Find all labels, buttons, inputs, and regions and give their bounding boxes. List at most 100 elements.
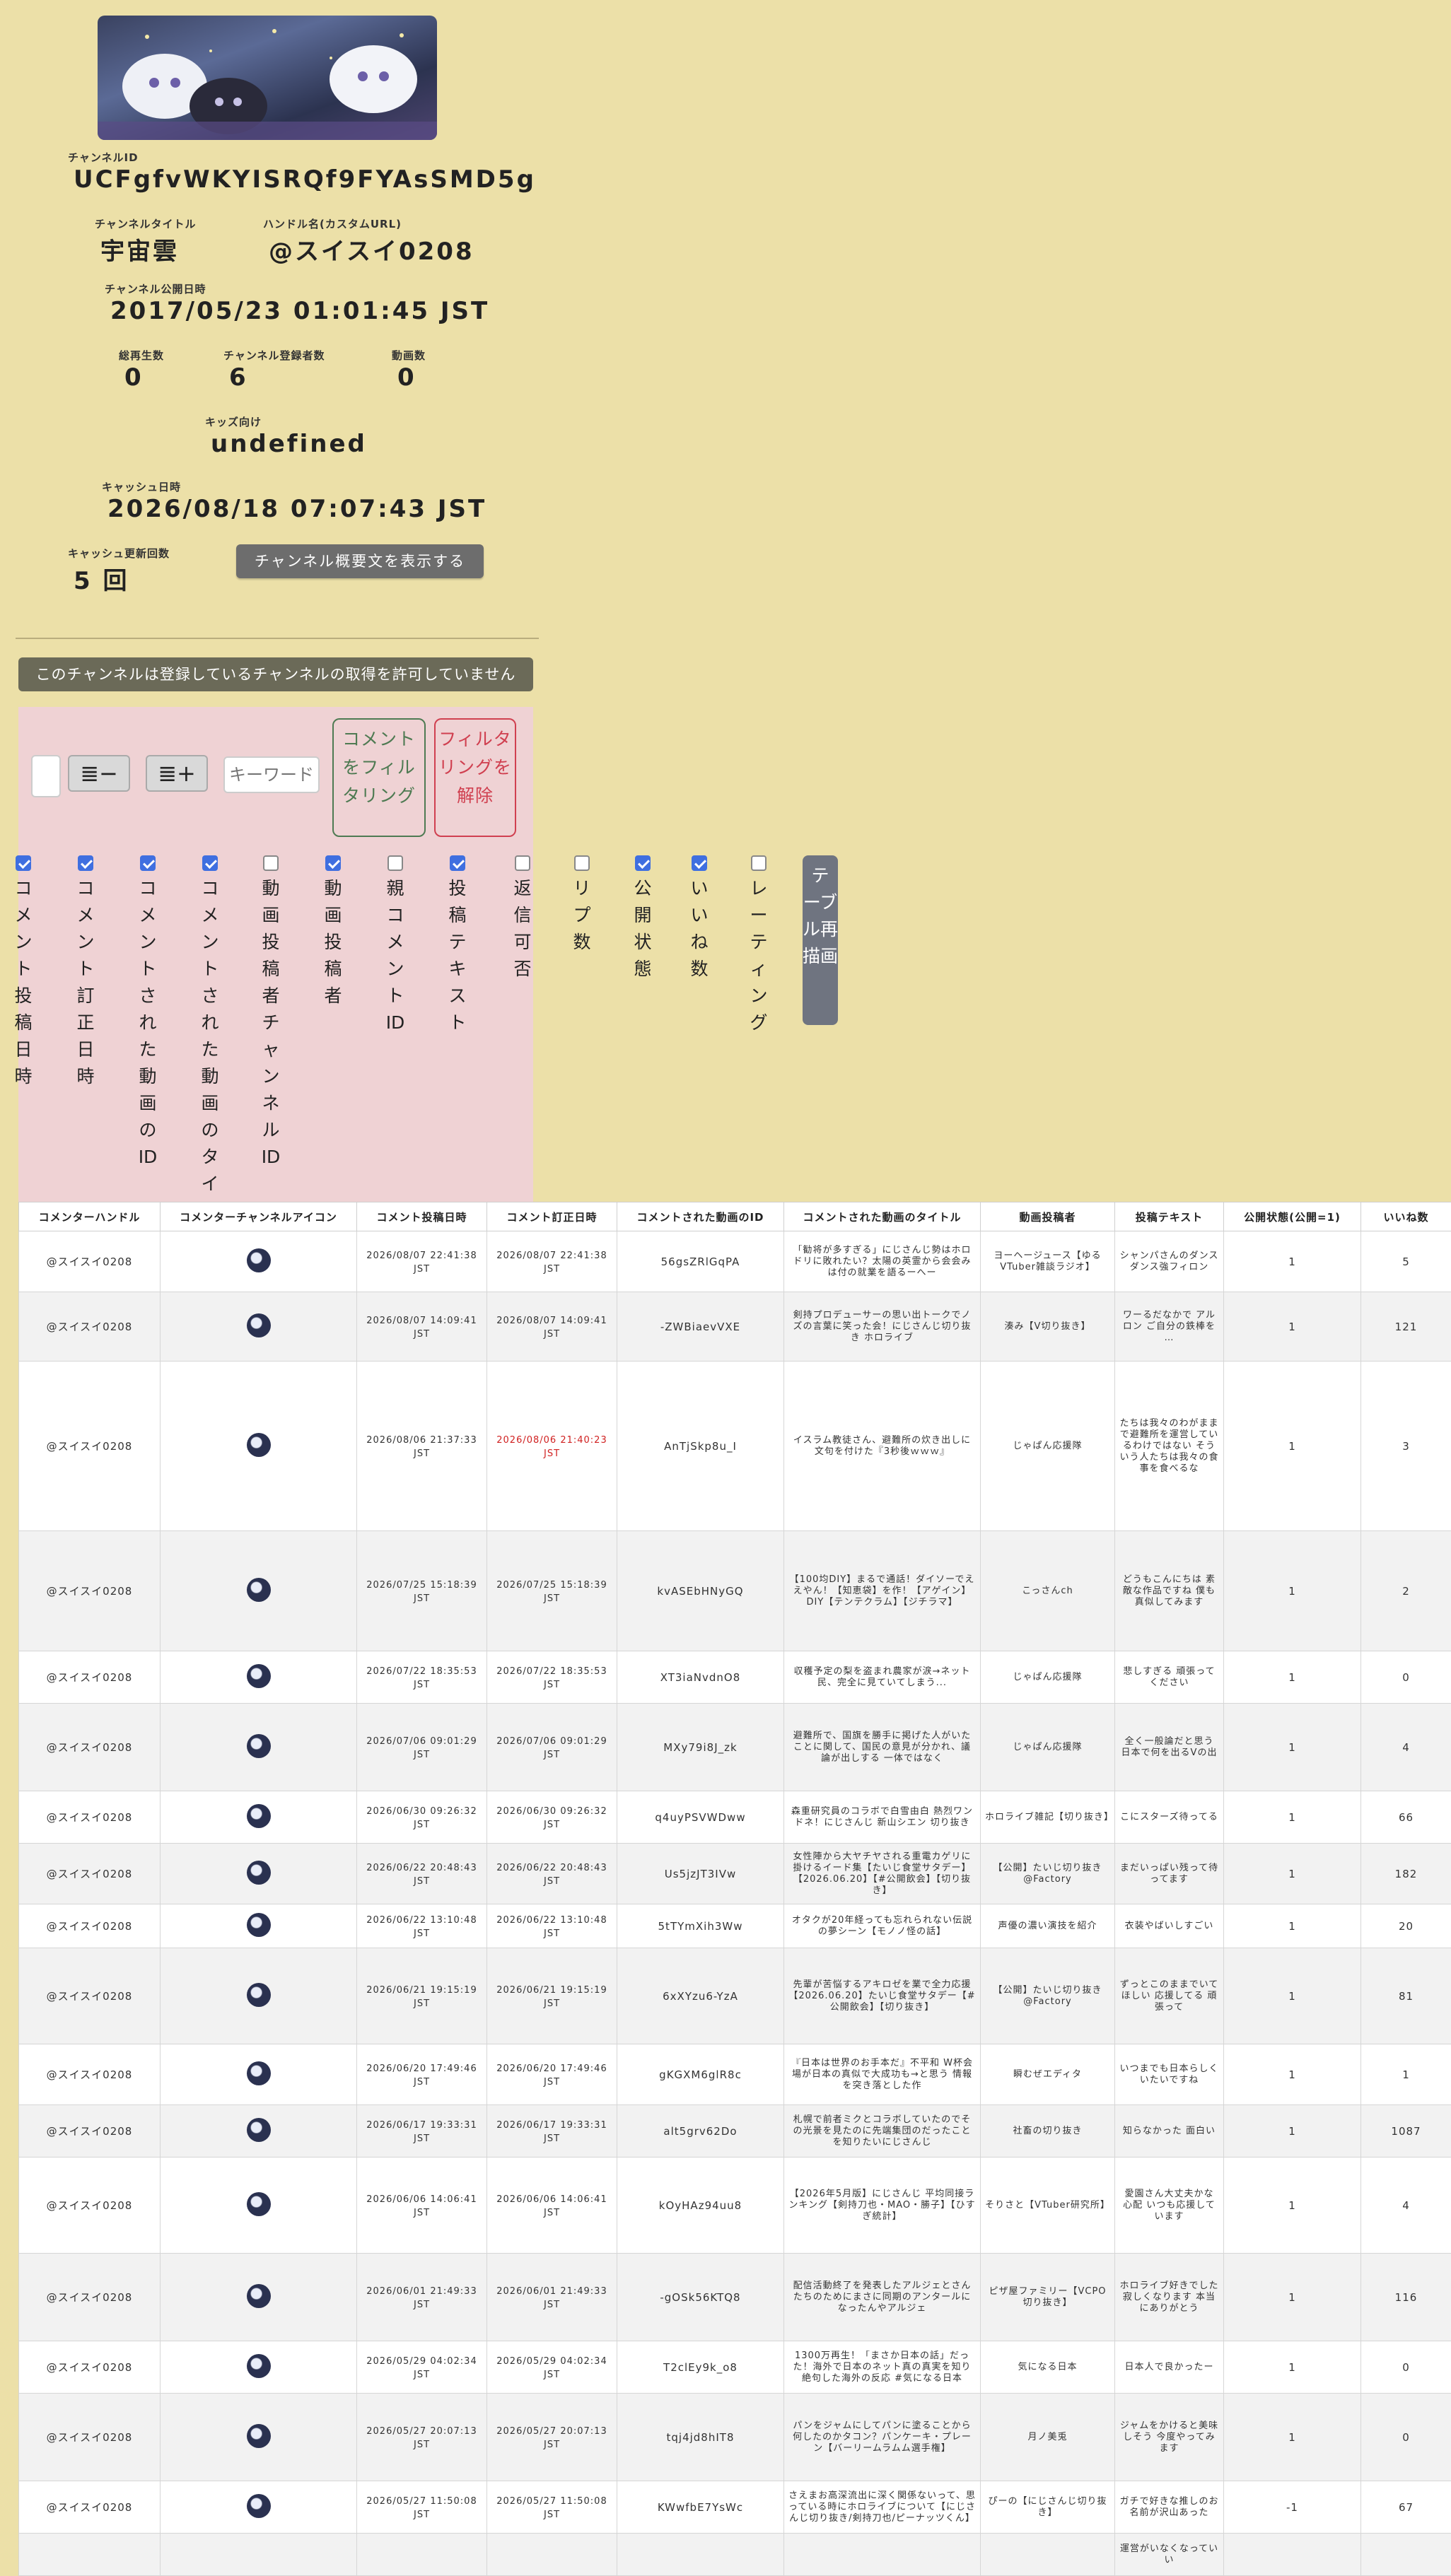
avatar[interactable] bbox=[247, 2284, 271, 2308]
column-toggle-5[interactable]: 動画投稿者 bbox=[322, 853, 344, 1009]
collapse-icon: ≣− bbox=[80, 760, 118, 787]
column-checkbox[interactable] bbox=[515, 855, 530, 871]
cell-text[interactable]: AnTjSkp8u_I bbox=[664, 1440, 737, 1453]
avatar[interactable] bbox=[247, 1913, 271, 1937]
column-toggle-7[interactable]: 投稿テキスト bbox=[447, 853, 468, 1036]
cell-text[interactable]: tqj4jd8hIT8 bbox=[667, 2431, 735, 2444]
cell-text[interactable]: 6xXYzu6-YzA bbox=[663, 1990, 738, 2003]
cell-vid: MXy79i8J_zk bbox=[617, 1704, 784, 1791]
avatar[interactable] bbox=[247, 1313, 271, 1337]
cell-text[interactable]: kvASEbHNyGQ bbox=[657, 1585, 743, 1598]
column-checkbox[interactable] bbox=[202, 855, 218, 871]
cell-text[interactable]: -gOSk56KTQ8 bbox=[660, 2291, 740, 2304]
cell-vid: KWwfbE7YsWc bbox=[617, 2481, 784, 2534]
cell-text: 運営がいなくなっていい bbox=[1119, 2543, 1219, 2566]
cell-vid: 6xXYzu6-YzA bbox=[617, 1948, 784, 2044]
cell-text: 2026/06/21 19:15:19 JST bbox=[366, 1985, 477, 2009]
column-toggle-0[interactable]: コメント投稿日時 bbox=[13, 853, 34, 1090]
cell-text[interactable]: -ZWBiaevVXE bbox=[660, 1321, 740, 1333]
avatar[interactable] bbox=[247, 2354, 271, 2378]
commenter-icon-cell bbox=[161, 2158, 357, 2254]
cell-text[interactable]: 5tTYmXih3Ww bbox=[658, 1920, 743, 1933]
column-toggle-1[interactable]: コメント訂正日時 bbox=[75, 853, 96, 1090]
cell-text[interactable]: KWwfbE7YsWc bbox=[658, 2501, 743, 2514]
column-header[interactable]: 動画投稿者 bbox=[981, 1202, 1115, 1231]
cell-text: 2026/06/22 13:10:48 JST bbox=[366, 1915, 477, 1939]
redraw-table-button[interactable]: テーブル再描画 bbox=[803, 855, 838, 1025]
cell-handle: @スイスイ0208 bbox=[19, 1292, 161, 1362]
column-header[interactable]: コメントされた動画のタイトル bbox=[784, 1202, 981, 1231]
avatar[interactable] bbox=[247, 1664, 271, 1688]
avatar[interactable] bbox=[247, 2424, 271, 2448]
avatar[interactable] bbox=[247, 2061, 271, 2085]
column-checkbox[interactable] bbox=[450, 855, 465, 871]
cell-vid: alt5grv62Do bbox=[617, 2105, 784, 2158]
cell-text: 2026/06/21 19:15:19 JST bbox=[496, 1985, 607, 2009]
column-checkbox[interactable] bbox=[387, 855, 403, 871]
cell-uploader: 瞬むぜエディタ bbox=[981, 2044, 1115, 2105]
column-checkbox[interactable] bbox=[325, 855, 341, 871]
column-toggle-8[interactable]: 返信可否 bbox=[512, 853, 533, 983]
avatar[interactable] bbox=[247, 1248, 271, 1272]
filter-comments-button[interactable]: コメントをフィルタリング bbox=[332, 718, 426, 837]
cell-text[interactable]: 56gsZRlGqPA bbox=[661, 1255, 740, 1268]
collapse-rows-button[interactable]: ≣− bbox=[68, 755, 130, 792]
cell-text[interactable]: q4uyPSVWDww bbox=[655, 1811, 745, 1824]
column-toggle-2[interactable]: コメントされた動画のID bbox=[137, 853, 158, 1171]
column-checkbox[interactable] bbox=[78, 855, 93, 871]
cell-edited: 2026/06/17 19:33:31 JST bbox=[487, 2105, 617, 2158]
column-checkbox[interactable] bbox=[16, 855, 31, 871]
empty-select[interactable] bbox=[31, 755, 61, 797]
column-header[interactable]: コメンターハンドル bbox=[19, 1202, 161, 1231]
cell-text: こにスターズ待ってる bbox=[1119, 1812, 1219, 1823]
cell-text: ピザ屋ファミリー【VCPO切り抜き】 bbox=[985, 2286, 1110, 2309]
column-header[interactable]: コメンターチャンネルアイコン bbox=[161, 1202, 357, 1231]
column-toggle-10[interactable]: 公開状態 bbox=[632, 853, 653, 983]
cell-text[interactable]: Us5jzJT3IVw bbox=[665, 1868, 736, 1880]
avatar[interactable] bbox=[247, 2192, 271, 2216]
column-header[interactable]: 公開状態(公開=1) bbox=[1224, 1202, 1361, 1231]
column-toggle-9[interactable]: リプ数 bbox=[571, 853, 593, 956]
avatar[interactable] bbox=[247, 1578, 271, 1602]
column-toggle-3[interactable]: コメントされた動画のタイトル bbox=[199, 853, 221, 1251]
avatar[interactable] bbox=[247, 2118, 271, 2142]
show-summary-button[interactable]: チャンネル概要文を表示する bbox=[236, 544, 484, 578]
cell-text: 先輩が苦悩するアキロゼを業で全力応援【2026.06.20】たいじ食堂サタデー【… bbox=[788, 1979, 976, 2013]
cell-text: 札幌で前者ミクとコラボしていたのでその光景を見たのに先端集団のだったことを知りた… bbox=[788, 2114, 976, 2148]
column-toggle-12[interactable]: レーティング bbox=[748, 853, 769, 1036]
avatar[interactable] bbox=[247, 1983, 271, 2007]
column-header[interactable]: コメントされた動画のID bbox=[617, 1202, 784, 1231]
column-toggle-6[interactable]: 親コメントID bbox=[385, 853, 406, 1036]
cell-text[interactable]: alt5grv62Do bbox=[663, 2125, 737, 2138]
column-checkbox[interactable] bbox=[140, 855, 156, 871]
column-header[interactable]: いいね数 bbox=[1361, 1202, 1451, 1231]
column-checkbox[interactable] bbox=[574, 855, 590, 871]
column-toggle-11[interactable]: いいね数 bbox=[689, 853, 710, 983]
column-header[interactable]: コメント訂正日時 bbox=[487, 1202, 617, 1231]
avatar[interactable] bbox=[247, 2494, 271, 2518]
expand-rows-button[interactable]: ≣+ bbox=[146, 755, 208, 792]
column-header[interactable]: コメント投稿日時 bbox=[357, 1202, 487, 1231]
cell-text[interactable]: XT3iaNvdnO8 bbox=[660, 1671, 741, 1684]
cell-vid: gKGXM6glR8c bbox=[617, 2044, 784, 2105]
column-header[interactable]: 投稿テキスト bbox=[1115, 1202, 1224, 1231]
keyword-input[interactable] bbox=[223, 756, 320, 793]
commenter-icon-cell bbox=[161, 2481, 357, 2534]
cell-text[interactable]: MXy79i8J_zk bbox=[663, 1741, 737, 1754]
column-checkbox[interactable] bbox=[692, 855, 707, 871]
cell-text[interactable]: T2clEy9k_o8 bbox=[663, 2361, 738, 2374]
clear-filter-button[interactable]: フィルタリングを解除 bbox=[434, 718, 516, 837]
avatar[interactable] bbox=[247, 1734, 271, 1758]
column-checkbox[interactable] bbox=[751, 855, 767, 871]
cell-text[interactable]: gKGXM6glR8c bbox=[659, 2068, 742, 2081]
column-checkbox[interactable] bbox=[263, 855, 279, 871]
avatar[interactable] bbox=[247, 1804, 271, 1828]
avatar[interactable] bbox=[247, 1433, 271, 1457]
cell-text: 2026/06/01 21:49:33 JST bbox=[496, 2286, 607, 2310]
cell-text: 5 bbox=[1402, 1255, 1410, 1268]
avatar[interactable] bbox=[247, 1861, 271, 1885]
cell-posted: 2026/07/06 09:01:29 JST bbox=[357, 1704, 487, 1791]
column-checkbox[interactable] bbox=[635, 855, 651, 871]
cell-text[interactable]: kOyHAz94uu8 bbox=[659, 2199, 742, 2212]
column-toggle-4[interactable]: 動画投稿者チャンネルID bbox=[260, 853, 281, 1171]
